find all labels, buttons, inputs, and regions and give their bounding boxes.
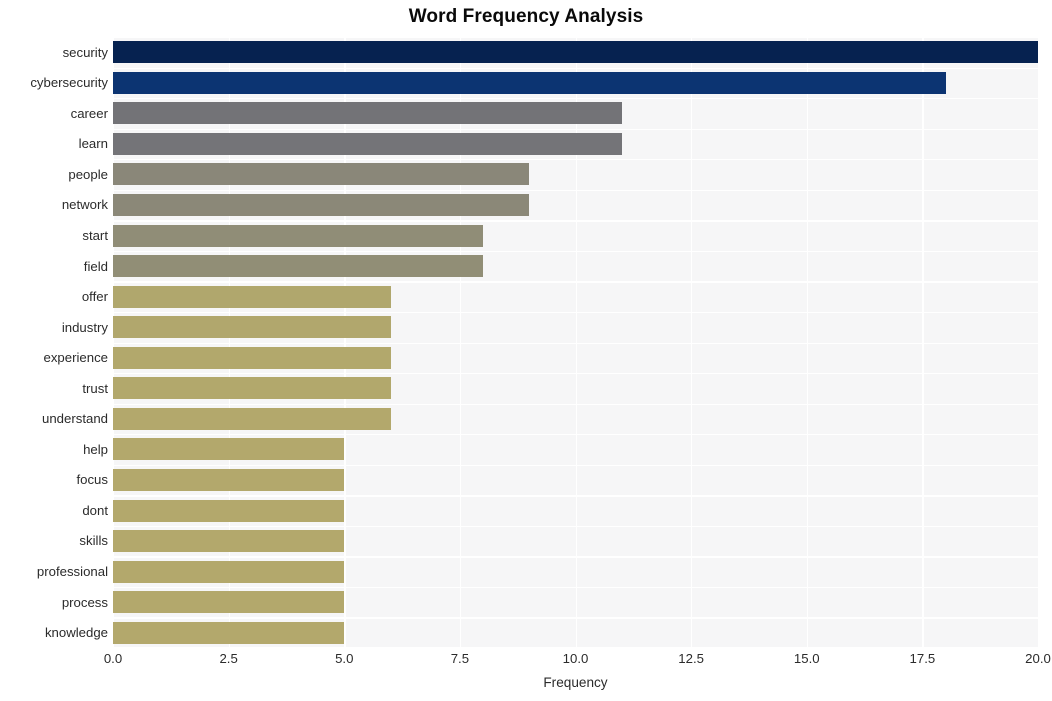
y-tick-label: professional xyxy=(36,564,108,580)
y-gridline xyxy=(113,586,1038,589)
x-tick-label: 20.0 xyxy=(1025,651,1051,666)
y-tick-label: field xyxy=(83,258,108,274)
x-tick-label: 2.5 xyxy=(219,651,238,666)
bar xyxy=(113,530,345,553)
y-tick-label: understand xyxy=(42,411,108,427)
bar xyxy=(113,224,483,247)
bar xyxy=(113,438,345,461)
x-tick-label: 0.0 xyxy=(103,651,123,666)
x-tick-label: 12.5 xyxy=(678,651,704,666)
y-gridline xyxy=(113,342,1038,344)
bar xyxy=(113,407,391,430)
y-tick-label: trust xyxy=(82,380,108,396)
bar xyxy=(113,316,391,339)
bar xyxy=(113,71,946,94)
y-tick-label: people xyxy=(68,166,108,182)
x-tick-label: 17.5 xyxy=(909,651,936,666)
y-gridline xyxy=(113,434,1038,436)
y-tick-label: industry xyxy=(61,319,108,335)
y-gridline xyxy=(113,464,1038,466)
y-gridline xyxy=(113,189,1038,192)
y-gridline xyxy=(113,281,1038,283)
x-tick-label: 5.0 xyxy=(335,651,354,666)
bar xyxy=(113,255,483,278)
bar xyxy=(113,194,530,217)
y-tick-label: process xyxy=(61,594,108,610)
x-tick-label: 7.5 xyxy=(450,651,470,666)
y-tick-label: help xyxy=(83,441,108,457)
chart-title: Word Frequency Analysis xyxy=(408,6,644,27)
y-gridline xyxy=(113,646,1038,648)
bar xyxy=(113,102,622,125)
y-tick-label: focus xyxy=(76,472,108,488)
y-tick-label: learn xyxy=(78,136,108,152)
x-tick-label: 10.0 xyxy=(562,651,589,666)
bar xyxy=(113,132,622,155)
y-gridline xyxy=(113,525,1038,528)
y-gridline xyxy=(113,220,1038,222)
bar xyxy=(113,468,345,491)
bar xyxy=(113,621,345,644)
y-gridline xyxy=(113,159,1038,161)
y-tick-label: cybersecurity xyxy=(30,75,108,91)
bar xyxy=(113,163,530,186)
y-tick-label: dont xyxy=(82,502,108,518)
y-tick-label: offer xyxy=(81,289,108,305)
y-gridline xyxy=(113,495,1038,497)
y-gridline xyxy=(113,128,1038,130)
y-gridline xyxy=(113,373,1038,375)
y-tick-label: start xyxy=(82,227,108,243)
x-tick-label: 15.0 xyxy=(793,651,820,666)
y-gridline xyxy=(113,98,1038,100)
word-frequency-chart-figure: Word Frequency Analysis security cybersec… xyxy=(0,0,1052,701)
y-tick-label: career xyxy=(70,105,108,121)
bar xyxy=(113,41,1038,64)
bar xyxy=(113,377,391,400)
bar xyxy=(113,591,345,614)
plot-area xyxy=(113,37,1040,648)
bar xyxy=(113,346,391,369)
y-tick-label: network xyxy=(61,197,108,213)
y-gridline xyxy=(113,311,1038,314)
y-gridline xyxy=(113,617,1038,619)
bar xyxy=(113,560,345,583)
y-gridline xyxy=(113,403,1038,405)
x-gridline xyxy=(1038,37,1040,648)
y-gridline xyxy=(113,556,1038,558)
y-gridline xyxy=(113,37,1038,39)
y-gridline xyxy=(113,67,1038,69)
y-gridline xyxy=(113,250,1038,253)
y-tick-label: skills xyxy=(79,533,108,549)
x-axis-label: Frequency xyxy=(543,675,608,690)
bar xyxy=(113,499,345,522)
bar xyxy=(113,285,391,308)
y-tick-label: security xyxy=(62,44,108,60)
y-tick-label: knowledge xyxy=(44,625,108,641)
y-tick-label: experience xyxy=(43,350,108,366)
